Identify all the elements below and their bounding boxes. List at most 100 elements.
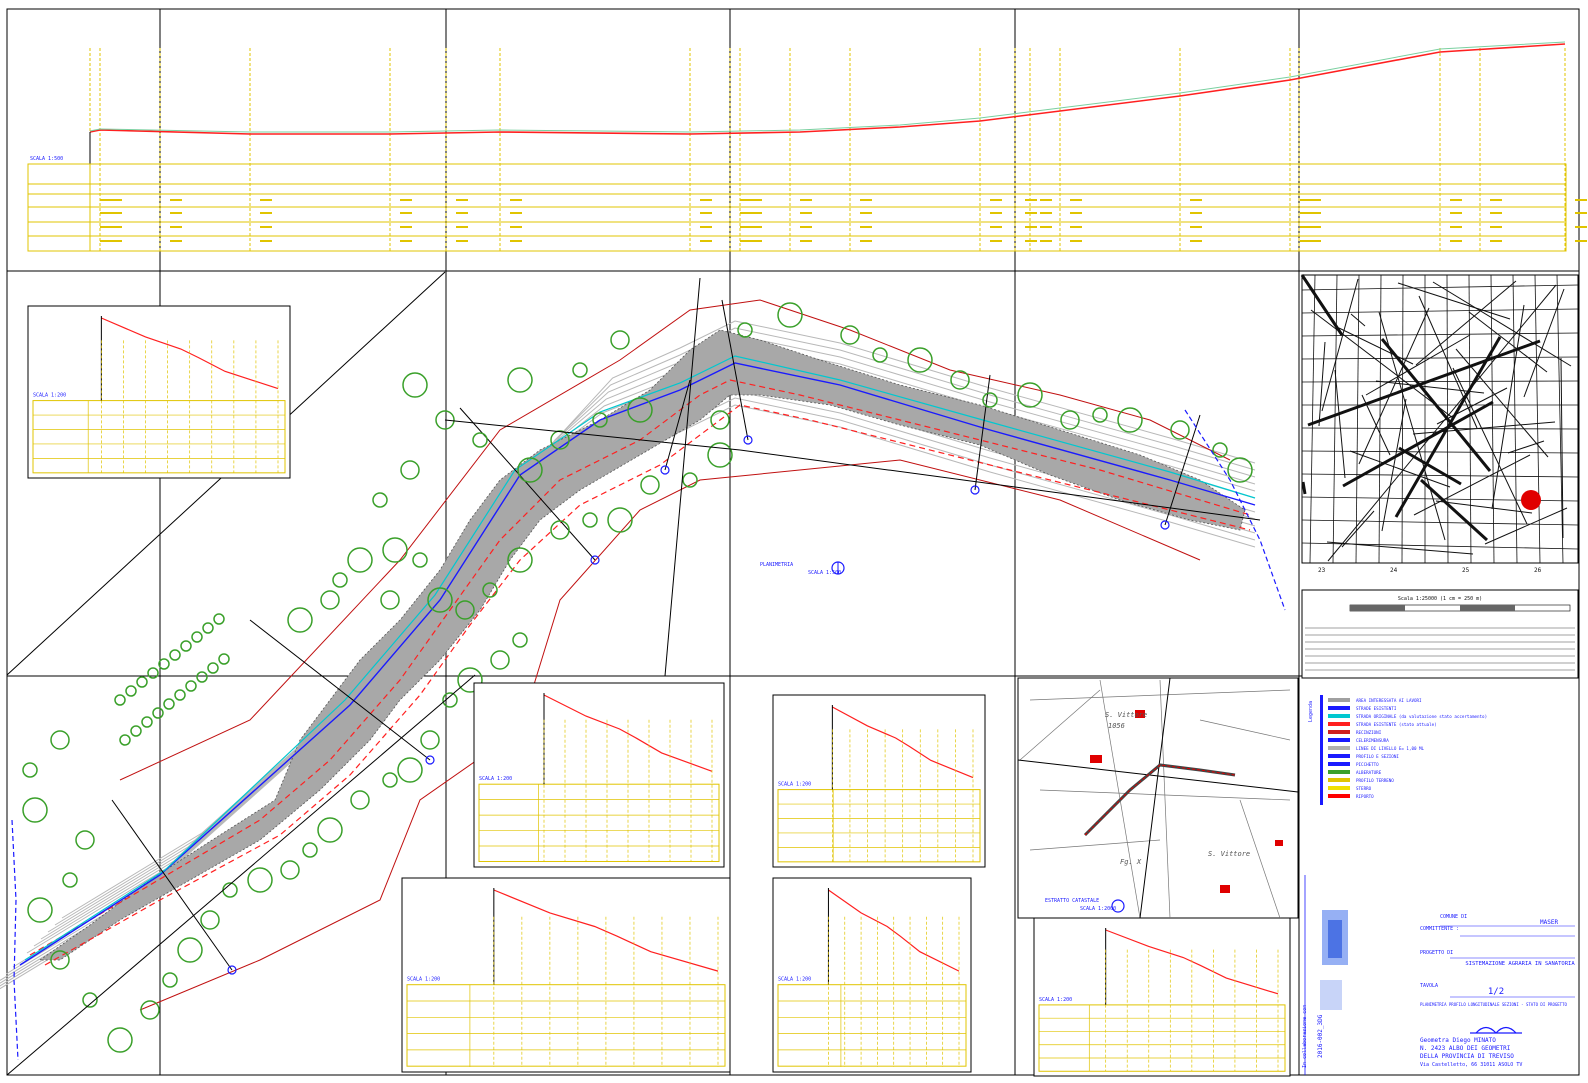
long-table-mark	[456, 199, 468, 201]
legend-swatch	[1328, 738, 1350, 742]
section-frame	[401, 877, 731, 1073]
long-table-mark	[110, 226, 122, 228]
legend-swatch	[1328, 770, 1350, 774]
long-table-mark	[510, 240, 522, 242]
legend: Legenda AREA INTERESSATA AI LAVORI STRADE…	[1308, 695, 1487, 805]
tree-symbol	[420, 730, 440, 750]
cad-parcel: 1056	[1108, 722, 1125, 730]
long-table-mark	[1450, 240, 1462, 242]
cad-scale: SCALA 1:2000	[1080, 906, 1116, 912]
long-table-mark	[1040, 212, 1052, 214]
tree-symbol	[347, 547, 373, 573]
tree-symbol	[222, 882, 238, 898]
section-scale: SCALA 1:200	[33, 393, 66, 399]
tree-symbol	[582, 512, 598, 528]
section-scale: SCALA 1:200	[407, 977, 440, 983]
long-table-mark	[700, 212, 712, 214]
map-coordinate: 25	[1462, 567, 1470, 574]
tree-symbol	[27, 897, 53, 923]
progetto-value: SISTEMAZIONE AGRARIA IN SANATORIA	[1465, 961, 1575, 967]
firm-logo	[1470, 1026, 1522, 1034]
comune-value: MASER	[1540, 919, 1558, 926]
long-table-mark	[1490, 212, 1502, 214]
legend-heading: Legenda	[1308, 701, 1314, 722]
section-scale: SCALA 1:200	[479, 776, 512, 782]
long-table-mark	[260, 199, 272, 201]
map-scale-bar	[1349, 604, 1571, 612]
tree-row-symbol	[163, 698, 175, 710]
legend-row: ALBERATURE	[1328, 770, 1382, 775]
long-table-mark	[750, 226, 762, 228]
legend-label: STRADE ESISTENTI	[1356, 706, 1397, 711]
tree-symbol	[777, 302, 803, 328]
section-frame	[27, 305, 291, 479]
long-table-mark	[800, 212, 812, 214]
long-table-mark	[1450, 212, 1462, 214]
tree-row-symbol	[207, 662, 219, 674]
legend-row: AREA INTERESSATA AI LAVORI	[1328, 698, 1422, 703]
long-table-mark	[1575, 199, 1587, 201]
firm-name: Geometra Diego MINATO	[1420, 1037, 1496, 1044]
legend-swatch	[1328, 794, 1350, 798]
tree-symbol	[610, 330, 630, 350]
tavola-desc: PLANIMETRIA PROFILO LONGITUDINALE SEZION…	[1420, 1002, 1567, 1007]
legend-label: RIPORTO	[1356, 794, 1374, 799]
plan-title: PLANIMETRIA	[760, 562, 793, 568]
existing-road-left	[11, 819, 19, 1061]
long-table-mark	[750, 199, 762, 201]
long-profile-scale: SCALA 1:500	[30, 156, 63, 162]
tree-symbol	[512, 632, 528, 648]
long-table-mark	[1025, 212, 1037, 214]
longitudinal-profile: SCALA 1:500	[27, 41, 1587, 252]
long-table-mark	[700, 226, 712, 228]
long-table-mark	[990, 226, 1002, 228]
long-table-mark	[110, 212, 122, 214]
legend-row: STRADA ORIGINALE (da valutazione stato a…	[1328, 714, 1487, 719]
tree-row-symbol	[180, 640, 192, 652]
legend-row: PICCHETTO	[1328, 762, 1379, 767]
pixelated-logo	[1320, 910, 1348, 1010]
long-table-mark	[110, 240, 122, 242]
topo-line	[1301, 481, 1307, 495]
legend-row: PROFILO E SEZIONI	[1328, 754, 1399, 759]
section-frame	[473, 682, 725, 868]
tree-symbol	[75, 830, 95, 850]
long-table-mark	[170, 199, 182, 201]
tree-symbol	[317, 817, 343, 843]
long-table-mark	[170, 240, 182, 242]
tavola-label: TAVOLA	[1420, 983, 1438, 989]
long-table-mark	[1450, 226, 1462, 228]
tree-symbol	[707, 442, 733, 468]
tree-symbol	[247, 867, 273, 893]
legend-label: STERRO	[1356, 786, 1372, 791]
progetto-label: PROGETTO DI	[1420, 950, 1453, 956]
tree-symbol	[402, 372, 428, 398]
tree-symbol	[550, 520, 570, 540]
long-table-mark	[700, 240, 712, 242]
long-table-mark	[510, 226, 522, 228]
tree-symbol	[840, 325, 860, 345]
long-table-mark	[1309, 240, 1321, 242]
long-table-mark	[1575, 240, 1587, 242]
long-table-mark	[170, 212, 182, 214]
long-table-mark	[1309, 226, 1321, 228]
long-table-mark	[260, 226, 272, 228]
firm-address: Via Castelletto, 66 31011 ASOLO TV	[1420, 1062, 1522, 1068]
tree-row-symbol	[196, 671, 208, 683]
tree-symbol	[1117, 407, 1143, 433]
title-block: In collaborazione con 2016-002_3DG COMUN…	[1302, 875, 1575, 1075]
legend-swatch	[1328, 730, 1350, 734]
long-table-mark	[1040, 240, 1052, 242]
long-table-mark	[860, 212, 872, 214]
legend-label: STRADA ESISTENTE (stato attuale)	[1356, 722, 1437, 727]
long-table-mark	[510, 212, 522, 214]
long-table-mark	[1070, 199, 1082, 201]
long-table-mark	[456, 226, 468, 228]
tree-row-symbol	[218, 653, 230, 665]
tree-symbol	[1170, 420, 1190, 440]
long-table-mark	[1575, 226, 1587, 228]
tree-symbol	[332, 572, 348, 588]
map-coordinate: 24	[1390, 567, 1398, 574]
long-table-mark	[400, 240, 412, 242]
section-box: SCALA 1:200	[1033, 917, 1291, 1077]
